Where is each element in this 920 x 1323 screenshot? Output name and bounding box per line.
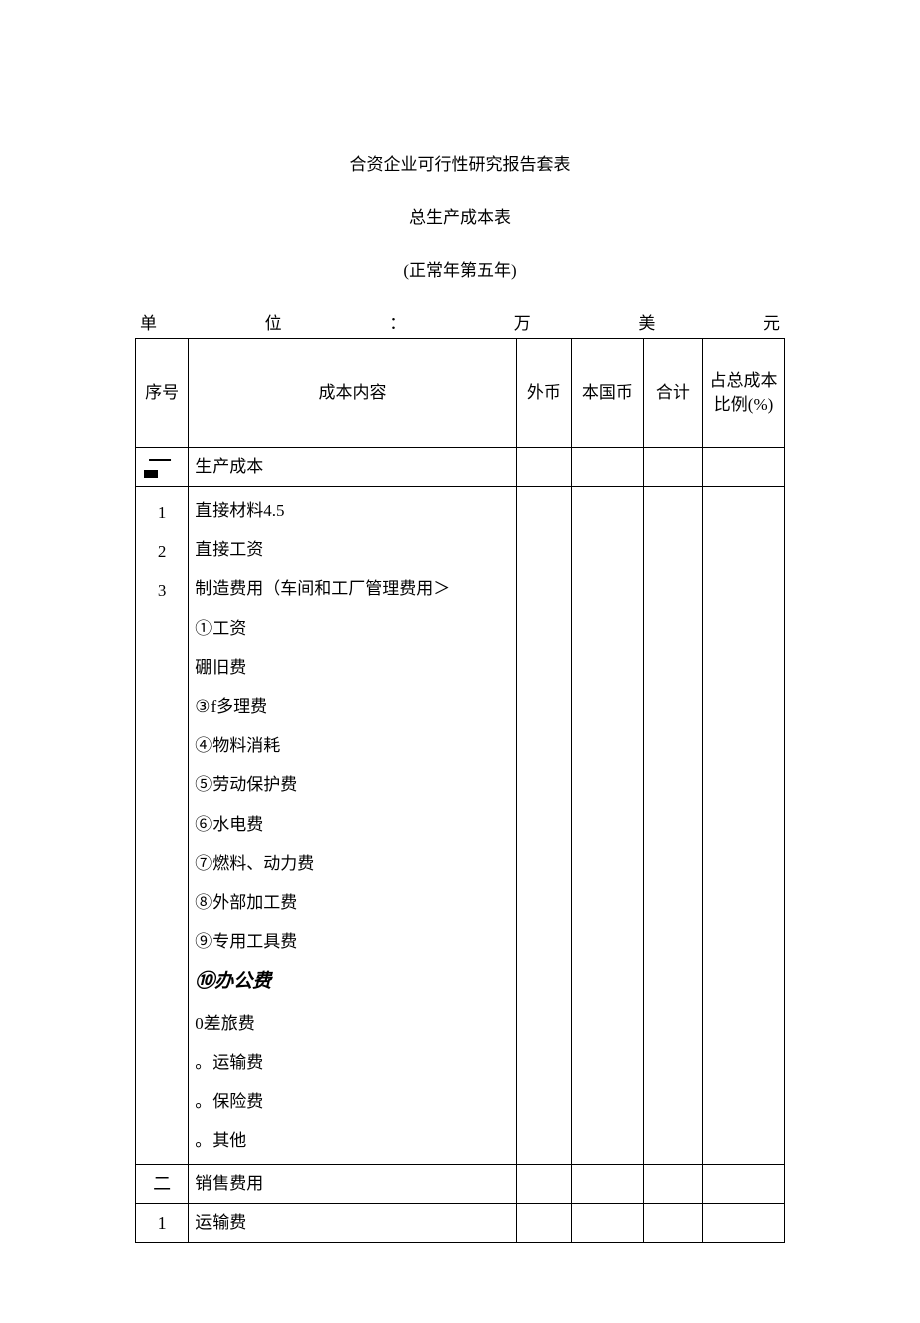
section2-seq: 二 [136,1165,189,1204]
item-travel: 0差旅费 [195,1004,512,1043]
table-header-row: 序号 成本内容 外币 本国币 合计 占总成本比例(%) [136,339,785,448]
table-row: 1 2 3 直接材料4.5 直接工资 制造费用（车间和工厂管理费用＞ ①工资 硼… [136,487,785,1165]
cell-fc [516,1165,571,1204]
item-mfg-cost: 制造费用（车间和工厂管理费用＞ [195,569,512,608]
table-row: 1 运输费 [136,1204,785,1243]
unit-c2: 位 [265,309,282,334]
item-insurance: 。保险费 [195,1082,512,1121]
section2-label: 销售费用 [189,1165,517,1204]
section3-seq: 1 [136,1204,189,1243]
cell-fc [516,1204,571,1243]
main-title: 合资企业可行性研究报告套表 [135,150,785,175]
header-local: 本国币 [572,339,644,448]
item-direct-material: 直接材料4.5 [195,491,512,530]
unit-c5: 美 [638,309,655,334]
item-special-tools: ⑨专用工具费 [195,922,512,961]
section1-numbers-cell: 1 2 3 [136,487,189,1165]
item-direct-wage: 直接工资 [195,530,512,569]
cell-local [572,1165,644,1204]
cell-total [643,487,702,1165]
unit-c3: ： [389,309,406,334]
item-utilities: ⑥水电费 [195,805,512,844]
header-fc: 外币 [516,339,571,448]
section1-label: 生产成本 [189,448,517,487]
unit-c6: 元 [763,309,780,334]
item-repair: ③f多理费 [195,687,512,726]
cell-pct [703,487,785,1165]
section1-items-cell: 直接材料4.5 直接工资 制造费用（车间和工厂管理费用＞ ①工资 硼旧费 ③f多… [189,487,517,1165]
cell-local [572,448,644,487]
cost-table: 序号 成本内容 外币 本国币 合计 占总成本比例(%) 一 生产成本 1 2 3 [135,338,785,1243]
item-external-processing: ⑧外部加工费 [195,883,512,922]
item-fuel-power: ⑦燃料、动力费 [195,844,512,883]
item-wage: ①工资 [195,609,512,648]
seq-num-1: 1 [140,493,184,532]
cell-total [643,1204,702,1243]
unit-c4: 万 [514,309,531,334]
cell-pct [703,1165,785,1204]
sub-title: 总生产成本表 [135,203,785,228]
item-depreciation: 硼旧费 [195,648,512,687]
table-row: 一 生产成本 [136,448,785,487]
header-pct: 占总成本比例(%) [703,339,785,448]
cell-pct [703,1204,785,1243]
cell-total [643,1165,702,1204]
unit-line: 单 位 ： 万 美 元 [140,309,780,334]
cell-fc [516,448,571,487]
item-material-consume: ④物料消耗 [195,726,512,765]
note-title: (正常年第五年) [135,256,785,281]
header-total: 合计 [643,339,702,448]
black-square-icon [144,470,158,478]
item-transport: 。运输费 [195,1043,512,1082]
seq-num-2: 2 [140,532,184,571]
cell-fc [516,487,571,1165]
item-labor-protection: ⑤劳动保护费 [195,765,512,804]
cell-local [572,1204,644,1243]
cell-local [572,487,644,1165]
item-other: 。其他 [195,1121,512,1160]
item-office-fee: ⑩办公费 [195,961,512,1003]
header-seq: 序号 [136,339,189,448]
header-content: 成本内容 [189,339,517,448]
section1-seq-cell: 一 [136,448,189,487]
unit-c1: 单 [140,309,157,334]
table-row: 二 销售费用 [136,1165,785,1204]
cell-pct [703,448,785,487]
document-page: 合资企业可行性研究报告套表 总生产成本表 (正常年第五年) 单 位 ： 万 美 … [0,0,920,1323]
seq-num-3: 3 [140,571,184,610]
section3-label: 运输费 [189,1204,517,1243]
cell-total [643,448,702,487]
